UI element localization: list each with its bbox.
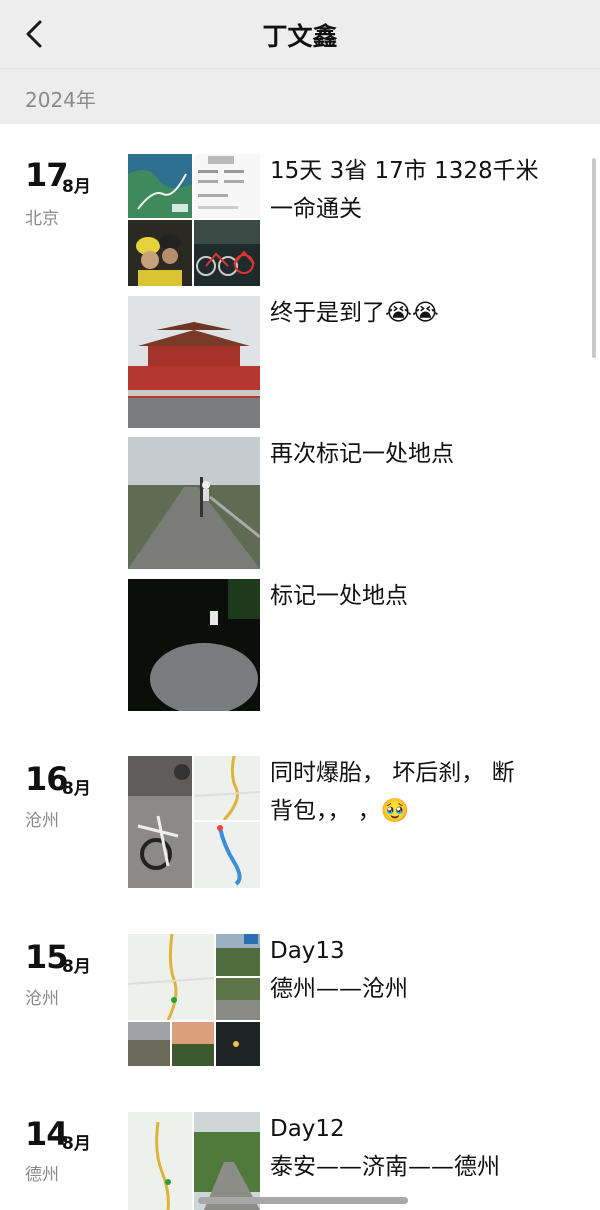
cyclists-photo-thumbnail[interactable] bbox=[128, 220, 192, 286]
bike-repair-photo-thumbnail[interactable] bbox=[128, 756, 192, 888]
date-month: 8月 bbox=[62, 177, 91, 197]
post-caption[interactable]: 终于是到了😭😭 bbox=[270, 294, 570, 332]
post-caption[interactable]: 标记一处地点 bbox=[270, 577, 570, 615]
year-header: 2024年 bbox=[0, 68, 600, 124]
date-month: 8月 bbox=[62, 779, 91, 799]
map-thumbnail[interactable] bbox=[194, 756, 260, 820]
bikes-night-photo-thumbnail[interactable] bbox=[194, 220, 260, 286]
post-caption[interactable]: 同时爆胎， 坏后刹， 断 背包，， ，🥹 bbox=[270, 754, 570, 830]
location-label: 德州 bbox=[25, 1165, 59, 1185]
map-thumbnail[interactable] bbox=[128, 1112, 192, 1210]
tiananmen-photo-thumbnail[interactable] bbox=[128, 296, 260, 428]
date-month: 8月 bbox=[62, 957, 91, 977]
map-thumbnail[interactable] bbox=[194, 822, 260, 888]
year-label: 2024年 bbox=[25, 88, 96, 112]
location-label: 沧州 bbox=[25, 989, 59, 1009]
roadside-photo-thumbnail[interactable] bbox=[216, 1022, 260, 1066]
roadside-photo-thumbnail[interactable] bbox=[194, 1112, 260, 1210]
map-thumbnail[interactable] bbox=[128, 934, 214, 1020]
road-cycling-photo-thumbnail[interactable] bbox=[128, 437, 260, 569]
post-caption[interactable]: 15天 3省 17市 1328千米 一命通关 bbox=[270, 152, 570, 228]
moments-feed[interactable]: 17 8月 北京 15天 3省 17市 1328千米 一命通关 终于是到了😭😭 … bbox=[0, 124, 600, 1210]
post-caption[interactable]: Day13 德州——沧州 bbox=[270, 932, 570, 1008]
route-stats-thumbnail[interactable] bbox=[194, 154, 260, 218]
page-title: 丁文鑫 bbox=[262, 22, 338, 51]
nav-bar: 丁文鑫 bbox=[0, 0, 600, 68]
post-caption[interactable]: 再次标记一处地点 bbox=[270, 435, 570, 473]
location-label: 北京 bbox=[25, 209, 59, 229]
date-month: 8月 bbox=[62, 1134, 91, 1154]
roadside-photo-thumbnail[interactable] bbox=[172, 1022, 214, 1066]
location-label: 沧州 bbox=[25, 811, 59, 831]
vertical-scrollbar[interactable] bbox=[592, 158, 596, 358]
home-indicator[interactable] bbox=[198, 1197, 408, 1204]
roadside-photo-thumbnail[interactable] bbox=[128, 1022, 170, 1066]
roadside-photo-thumbnail[interactable] bbox=[216, 978, 260, 1020]
map-thumbnail[interactable] bbox=[128, 154, 192, 218]
night-road-photo-thumbnail[interactable] bbox=[128, 579, 260, 711]
roadside-photo-thumbnail[interactable] bbox=[216, 934, 260, 976]
post-caption[interactable]: Day12 泰安——济南——德州 bbox=[270, 1110, 570, 1186]
